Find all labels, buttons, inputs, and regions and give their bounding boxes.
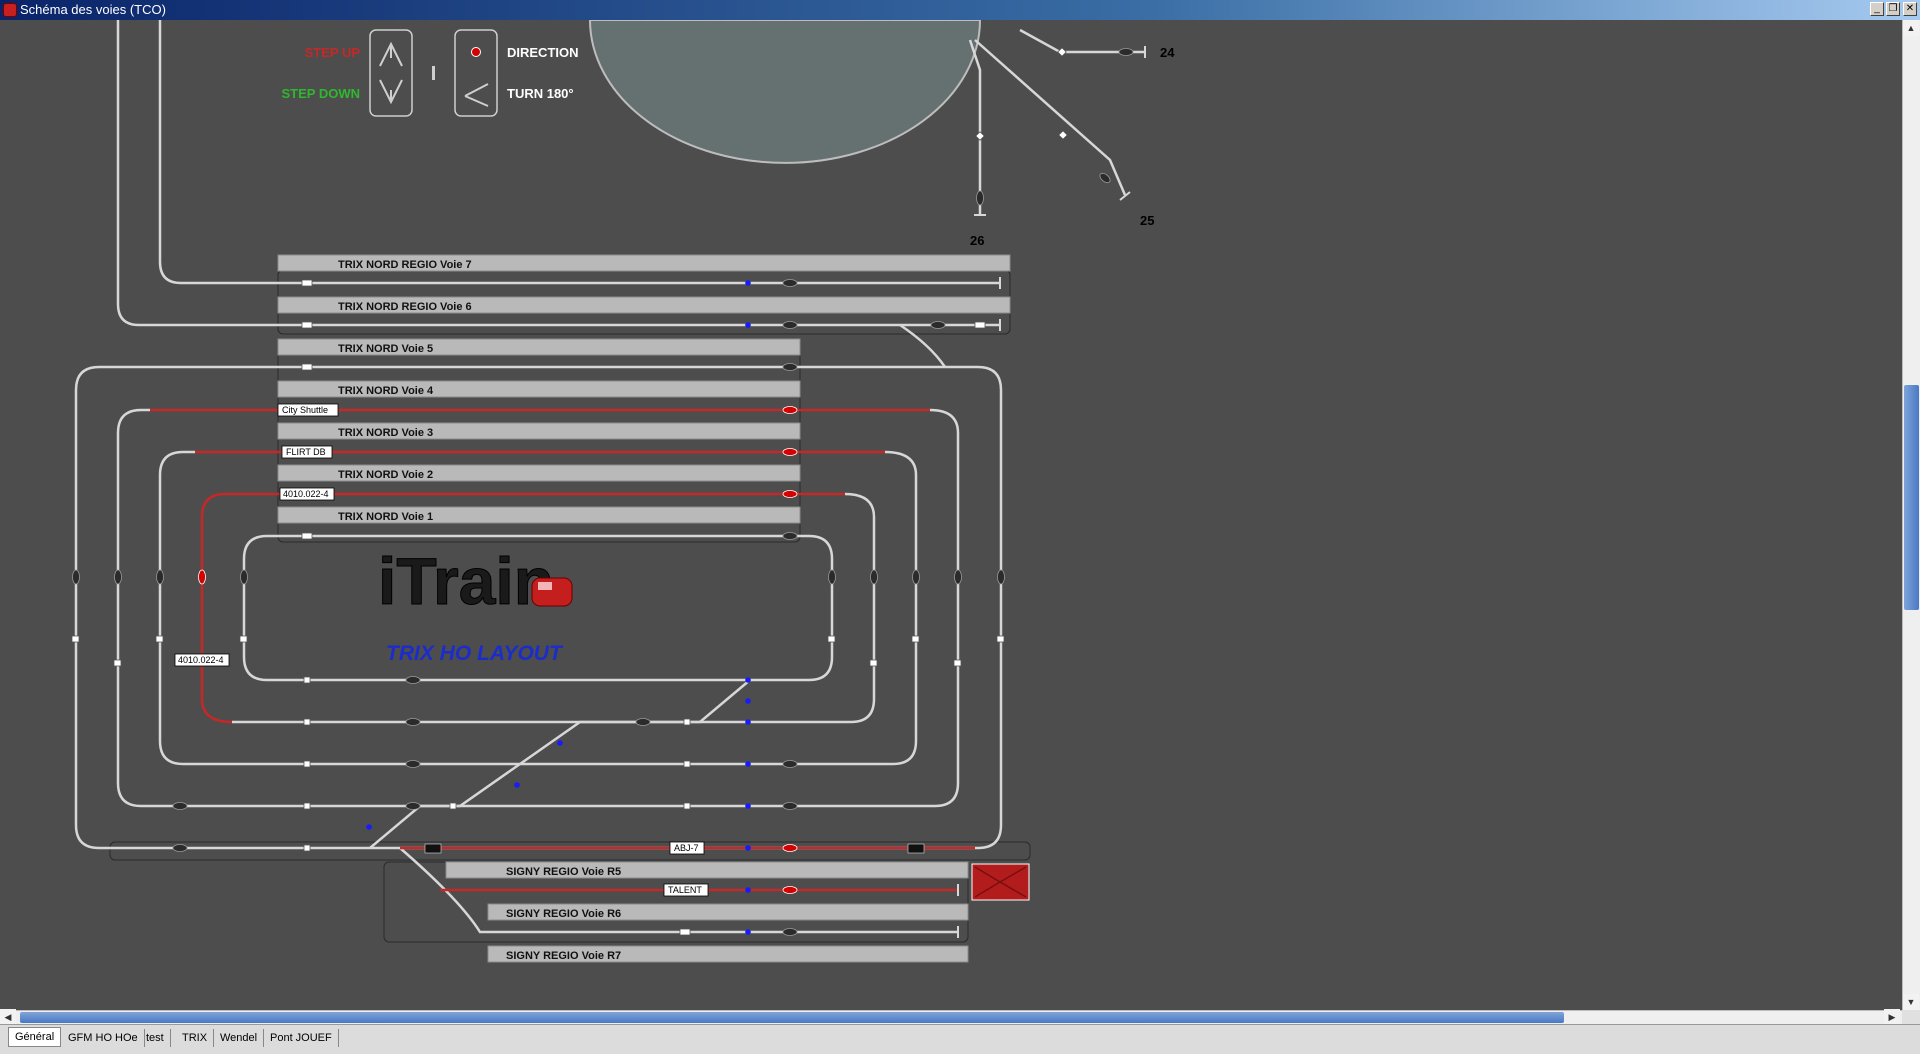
platform-label: SIGNY REGIO Voie R6: [506, 908, 621, 920]
step-up-icon[interactable]: [379, 41, 403, 67]
scroll-corner: [1902, 1010, 1920, 1024]
turntable-track-25: 25: [1140, 213, 1154, 228]
scroll-down-icon[interactable]: ▼: [1903, 994, 1919, 1010]
restore-icon[interactable]: ❐: [1886, 2, 1900, 16]
sensors[interactable]: [72, 48, 1134, 936]
turntable-track-24: 24: [1160, 45, 1175, 60]
platform-label: TRIX NORD Voie 3: [338, 427, 433, 439]
turntable[interactable]: [588, 20, 982, 164]
platform-label: TRIX NORD Voie 1: [338, 511, 433, 523]
scroll-up-icon[interactable]: ▲: [1903, 20, 1919, 36]
vertical-scrollbar[interactable]: ▲ ▼: [1902, 20, 1920, 1010]
scroll-right-icon[interactable]: ▶: [1884, 1009, 1900, 1025]
close-icon[interactable]: ✕: [1903, 2, 1917, 16]
platform-label: TRIX NORD Voie 4: [338, 385, 434, 397]
train-abj[interactable]: ABJ-7: [674, 843, 699, 853]
occupied-tracks[interactable]: [150, 408, 975, 892]
tab-wendel[interactable]: Wendel: [214, 1029, 265, 1047]
legend-step-down: STEP DOWN: [282, 86, 361, 101]
track-layout-svg[interactable]: 24 25 26 STEP UP STEP DOWN DIRECTION TUR…: [0, 20, 1902, 1010]
legend-turn: TURN 180°: [507, 86, 574, 101]
turntable-track-26: 26: [970, 233, 984, 248]
tab-pont-jouef[interactable]: Pont JOUEF: [264, 1029, 339, 1047]
legend: STEP UP STEP DOWN DIRECTION TURN 180°: [282, 29, 579, 117]
itrain-app-icon: [3, 3, 17, 17]
tab-test[interactable]: test: [140, 1029, 171, 1047]
turntable-exit-tracks[interactable]: [968, 28, 1145, 215]
block-markers: [71, 47, 1068, 936]
direction-icon[interactable]: [471, 47, 481, 57]
layout-tab-bar: Général GFM HO HOe test TRIX Wendel Pont…: [0, 1024, 1920, 1054]
vertical-scroll-thumb[interactable]: [1904, 385, 1919, 610]
platform-label: TRIX NORD Voie 2: [338, 469, 433, 481]
horizontal-scroll-thumb[interactable]: [20, 1012, 1564, 1023]
platform-label: SIGNY REGIO Voie R7: [506, 950, 621, 962]
direction-button[interactable]: [454, 29, 498, 117]
window-title: Schéma des voies (TCO): [20, 2, 166, 17]
legend-direction: DIRECTION: [507, 45, 579, 60]
train-flirt[interactable]: FLIRT DB: [286, 447, 326, 457]
train-4010-left[interactable]: 4010.022-4: [178, 655, 224, 665]
bottom-line-frame: [109, 841, 1031, 861]
layout-label: TRIX HO LAYOUT: [386, 642, 564, 665]
platform-label: SIGNY REGIO Voie R5: [506, 866, 621, 878]
train-city-shuttle[interactable]: City Shuttle: [282, 405, 328, 415]
itrain-logo-text: iTrain: [378, 544, 554, 618]
itrain-logo: iTrain TRIX HO LAYOUT: [378, 544, 573, 665]
train-4010-top[interactable]: 4010.022-4: [283, 489, 329, 499]
tab-gfm-ho-hoe[interactable]: GFM HO HOe: [62, 1029, 145, 1047]
scroll-left-icon[interactable]: ◀: [0, 1009, 16, 1025]
minimize-icon[interactable]: _: [1870, 2, 1884, 16]
turn-icon[interactable]: [464, 83, 489, 107]
train-talent[interactable]: TALENT: [668, 885, 702, 895]
step-down-icon[interactable]: [379, 79, 403, 105]
platform-label: TRIX NORD Voie 5: [338, 343, 433, 355]
tab-general[interactable]: Général: [8, 1027, 62, 1047]
track-diagram-canvas[interactable]: 24 25 26 STEP UP STEP DOWN DIRECTION TUR…: [0, 20, 1902, 1010]
horizontal-scrollbar[interactable]: ◀ ▶: [0, 1009, 1902, 1025]
window-titlebar: Schéma des voies (TCO) _ ❐ ✕: [0, 0, 1920, 20]
tab-trix[interactable]: TRIX: [176, 1029, 215, 1047]
regio-exit-curve: [899, 323, 947, 368]
platform-label: TRIX NORD REGIO Voie 7: [338, 259, 472, 271]
platform-label: TRIX NORD REGIO Voie 6: [338, 301, 472, 313]
legend-step-up: STEP UP: [305, 45, 361, 60]
